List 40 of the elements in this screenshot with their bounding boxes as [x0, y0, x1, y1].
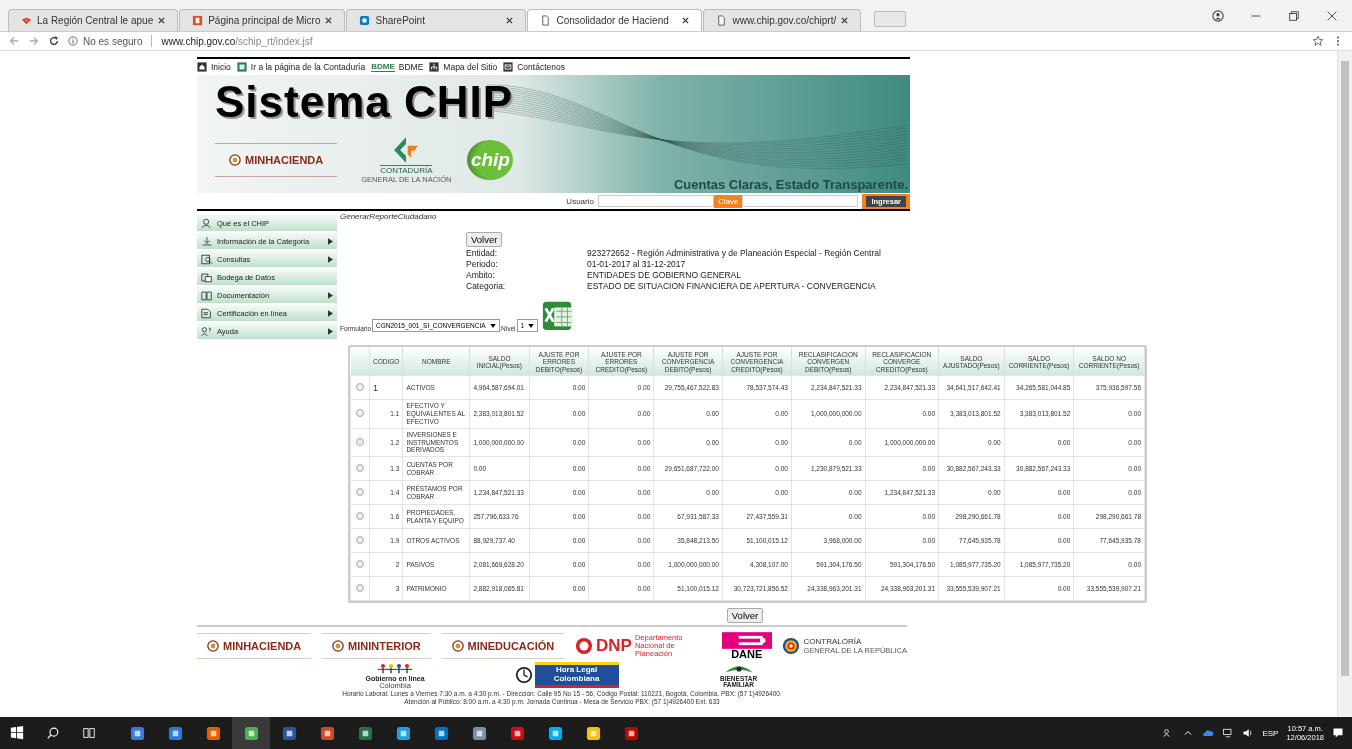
- username-label: Usuario: [566, 196, 594, 206]
- info-label: Categoria:: [466, 281, 507, 291]
- browser-tab[interactable]: www.chip.gov.co/chiprt/: [703, 9, 862, 31]
- contraloria-logo-text: CONTRALORÍA: [803, 637, 863, 647]
- back-button[interactable]: Volver: [466, 232, 503, 247]
- page-heading: GenerarReporteCiudadano: [340, 212, 438, 221]
- site-title: Sistema CHIP: [215, 77, 514, 127]
- ministry-logo-text: MININTERIOR: [348, 640, 421, 653]
- url-text: www.chip.gov.co/schip_rt/index.jsf: [161, 35, 313, 47]
- dnp-logo-text: DNP: [596, 636, 632, 657]
- top-link[interactable]: BDME: [398, 62, 424, 72]
- top-link[interactable]: Inicio: [211, 62, 231, 72]
- contaduria-logo-text: CONTADURÍA: [380, 165, 433, 175]
- browser-tab[interactable]: SharePoint: [346, 9, 527, 31]
- back-button[interactable]: Volver: [726, 608, 764, 624]
- language-indicator[interactable]: ESP: [1262, 728, 1279, 738]
- top-link[interactable]: Contáctenos: [517, 62, 565, 72]
- dane-logo-text: DANE: [731, 649, 763, 661]
- top-link[interactable]: Mapa del Sitio: [443, 62, 498, 72]
- info-value: 923272652 - Región Administrativa y de Planeación Especial - Región Central: [587, 248, 882, 258]
- ministry-logo-text: MINHACIENDA: [223, 640, 302, 653]
- top-link[interactable]: Ir a la página de la Contaduría: [250, 62, 366, 72]
- password-label: Clave: [713, 194, 743, 208]
- ministry-logo-text: MINEDUCACIÓN: [467, 640, 555, 653]
- info-value: ESTADO DE SITUACION FINANCIERA DE APERTURA - CONVERGENCIA: [587, 281, 877, 291]
- info-label: Periodo:: [466, 259, 499, 269]
- ministry-logo-text: MINHACIENDA: [245, 153, 324, 166]
- info-label: Ambito:: [466, 270, 496, 280]
- info-label: Entidad:: [466, 248, 499, 258]
- security-label: No es seguro: [83, 35, 143, 47]
- info-value: ENTIDADES DE GOBIERNO GENERAL: [587, 270, 742, 280]
- info-value: 01-01-2017 al 31-12-2017: [587, 259, 687, 269]
- bdme-logo: BDME: [371, 62, 395, 72]
- hora-legal-logo-text: Hora Legal Colombiana: [534, 662, 619, 688]
- table-cell: 1: [369, 375, 403, 400]
- browser-tab[interactable]: Consolidador de Haciend: [527, 9, 703, 31]
- slogan: Cuentas Claras, Estado Transparente.: [673, 177, 908, 192]
- browser-tab[interactable]: La Región Central le apue: [8, 9, 179, 31]
- chip-logo: chip: [467, 139, 514, 180]
- browser-tab[interactable]: Página principal de Micro: [179, 9, 346, 31]
